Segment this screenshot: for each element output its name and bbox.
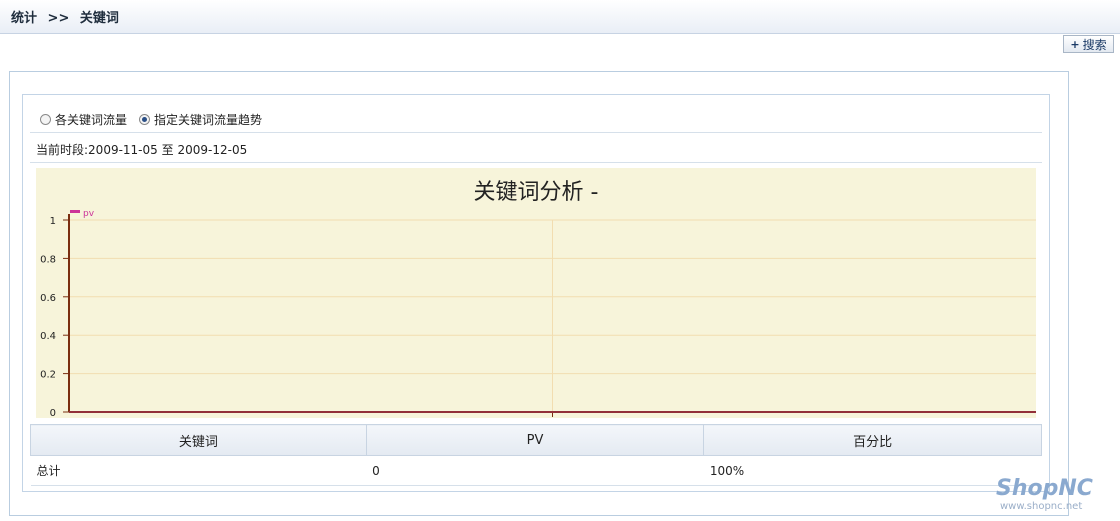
chart-title: 关键词分析 - xyxy=(473,180,599,205)
radio-keyword-traffic-label[interactable]: 各关键词流量 xyxy=(55,111,127,128)
divider xyxy=(30,162,1042,163)
period-text: 当前时段:2009-11-05 至 2009-12-05 xyxy=(36,141,247,158)
radio-keyword-trend-label[interactable]: 指定关键词流量趋势 xyxy=(154,111,262,128)
period-label: 当前时段: xyxy=(36,143,89,157)
shopnc-logo: ShopNC xyxy=(996,476,1093,501)
cell-pv: 0 xyxy=(366,455,704,486)
period-end: 2009-12-05 xyxy=(177,143,248,157)
radio-keyword-trend[interactable] xyxy=(139,114,151,125)
divider xyxy=(30,132,1042,133)
breadcrumb-current: 关键词 xyxy=(79,11,119,26)
view-options: 各关键词流量 指定关键词流量趋势 xyxy=(40,111,274,128)
breadcrumb-separator: >> xyxy=(47,11,70,26)
table-header-row: 关键词 PV 百分比 xyxy=(30,424,1042,456)
column-header-keyword: 关键词 xyxy=(30,424,367,456)
period-to: 至 xyxy=(161,143,174,157)
top-bar: 统计 >> 关键词 xyxy=(0,0,1120,34)
column-header-percent: 百分比 xyxy=(703,424,1042,456)
shopnc-url: www.shopnc.net xyxy=(1000,501,1083,512)
table-row: 总计 0 100% xyxy=(30,455,1042,486)
period-start: 2009-11-05 xyxy=(88,143,158,157)
breadcrumb: 统计 >> 关键词 xyxy=(11,7,125,26)
cell-percent: 100% xyxy=(703,455,1042,486)
column-header-pv: PV xyxy=(365,424,705,456)
search-button[interactable]: + 搜索 xyxy=(1063,35,1114,53)
cell-keyword: 总计 xyxy=(30,455,367,486)
plus-icon: + xyxy=(1070,37,1080,51)
radio-keyword-traffic[interactable] xyxy=(40,114,51,125)
search-button-label: 搜索 xyxy=(1082,37,1107,52)
breadcrumb-root[interactable]: 统计 xyxy=(11,11,37,26)
keyword-table: 关键词 PV 百分比 总计 0 100% xyxy=(30,424,1042,486)
